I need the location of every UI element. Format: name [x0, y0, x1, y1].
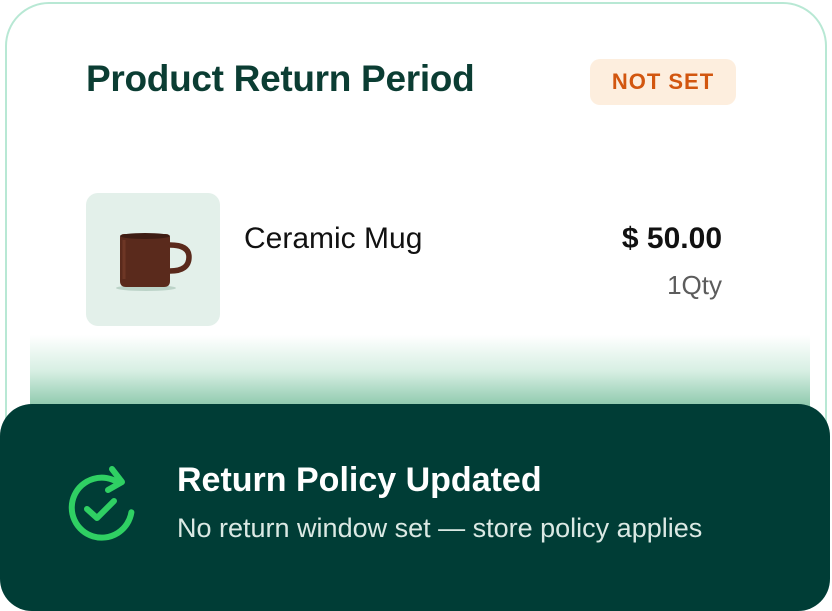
refresh-check-icon [56, 460, 148, 557]
fade-divider [30, 335, 810, 415]
toast-message: No return window set — store policy appl… [177, 513, 703, 543]
status-badge: NOT SET [590, 59, 736, 105]
product-image [86, 193, 220, 326]
mug-icon [116, 233, 192, 291]
product-quantity: 1Qty [667, 270, 722, 300]
product-price: $ 50.00 [621, 222, 722, 255]
toast-title: Return Policy Updated [177, 461, 542, 499]
canvas: Product Return Period NOT SET Ceramic Mu… [0, 0, 832, 611]
product-name: Ceramic Mug [244, 222, 423, 255]
page-title: Product Return Period [86, 58, 475, 99]
